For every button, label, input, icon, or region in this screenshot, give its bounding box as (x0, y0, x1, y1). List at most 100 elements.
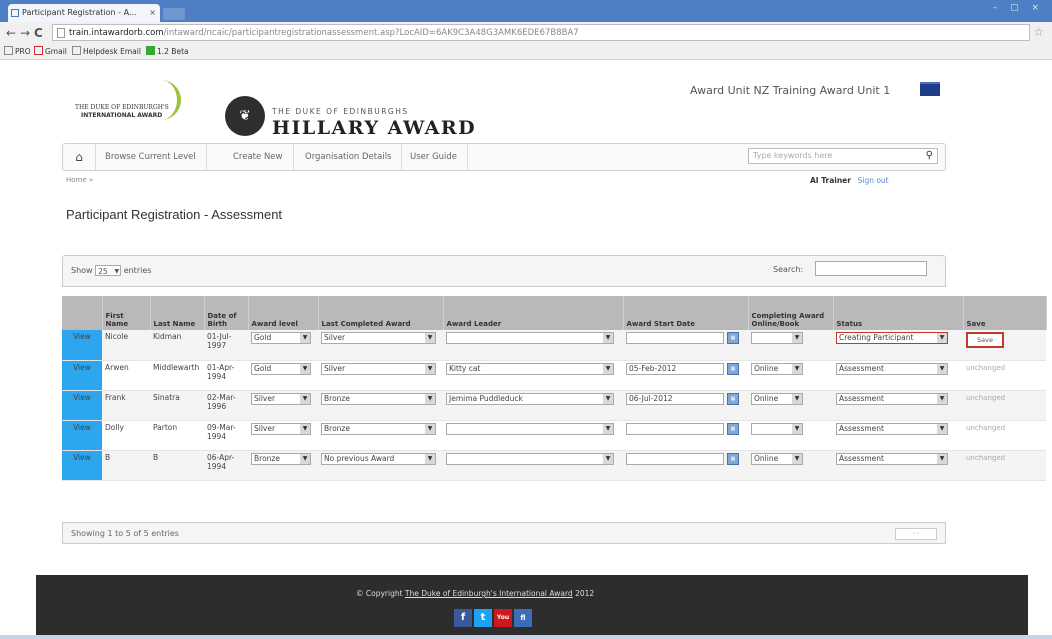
start-date-input[interactable] (626, 452, 724, 465)
entries-select[interactable]: 25 ▼ (95, 265, 122, 276)
dob-cell: 06-Apr-1994 (204, 450, 248, 481)
chevron-down-icon: ▼ (425, 423, 435, 434)
calendar-icon[interactable]: ▦ (727, 392, 739, 405)
last-award-select[interactable]: Silver ▼ (321, 362, 436, 375)
copyright-link[interactable]: The Duke of Edinburgh's International Aw… (405, 589, 573, 598)
calendar-icon[interactable]: ▦ (727, 332, 739, 344)
col-header-first-name[interactable]: First Name (102, 296, 151, 330)
nav-browse-current-level[interactable]: Browse Current Level (95, 144, 207, 170)
last-award-select[interactable]: Silver ▼ (321, 332, 436, 344)
col-header-start-date[interactable]: Award Start Date (623, 296, 749, 330)
facebook-icon[interactable]: f (454, 609, 472, 627)
first-name-cell: B (102, 450, 150, 481)
reload-icon[interactable]: C (34, 26, 43, 40)
new-tab-button[interactable] (163, 8, 185, 20)
award-leader-select[interactable]: ▼ (446, 422, 614, 435)
forward-icon[interactable]: → (20, 26, 30, 40)
nav-user-guide[interactable]: User Guide (400, 144, 469, 170)
start-date-input[interactable]: 06-Jul-2012 (626, 392, 724, 405)
save-status: unchanged (966, 363, 1006, 372)
chevron-down-icon: ▼ (300, 393, 310, 404)
online-book-select[interactable]: Online ▼ (751, 362, 803, 375)
award-level-select[interactable]: Bronze ▼ (251, 452, 311, 465)
international-award-logo[interactable]: THE DUKE OF EDINBURGH'S INTERNATIONAL AW… (75, 80, 195, 126)
sign-out-link[interactable]: Sign out (858, 176, 889, 185)
calendar-icon[interactable]: ▦ (727, 422, 739, 435)
page-favicon-icon (11, 9, 19, 17)
keyword-search-input[interactable]: Type keywords here ⚲ (748, 148, 938, 164)
last-award-select[interactable]: Bronze ▼ (321, 392, 436, 405)
start-date-input[interactable] (626, 332, 724, 344)
back-icon[interactable]: ← (6, 26, 16, 40)
address-bar[interactable]: train.intawardorb.com/intaward/ncaic/par… (52, 24, 1030, 41)
status-select[interactable]: Assessment ▼ (836, 362, 948, 375)
online-book-select[interactable]: Online ▼ (751, 452, 803, 465)
youtube-icon[interactable]: You (494, 609, 512, 627)
table-controls: Show 25 ▼ entries Search: (62, 255, 946, 287)
view-link[interactable]: View (62, 390, 102, 421)
chevron-down-icon: ▼ (603, 393, 613, 404)
col-header-last-name[interactable]: Last Name (150, 296, 205, 330)
search-icon[interactable]: ⚲ (926, 149, 933, 163)
bookmark-pro[interactable]: PRO (4, 46, 31, 56)
col-header-online-book[interactable]: Completing Award Online/Book (748, 296, 834, 330)
table-search-input[interactable] (815, 261, 927, 276)
award-level-select[interactable]: Gold ▼ (251, 332, 311, 344)
breadcrumb[interactable]: Home » (66, 176, 93, 184)
col-header-last-completed[interactable]: Last Completed Award (318, 296, 444, 330)
last-name-cell: B (150, 450, 204, 481)
bookmark-helpdesk[interactable]: Helpdesk Email (72, 46, 141, 56)
nav-organisation-details[interactable]: Organisation Details (295, 144, 403, 170)
calendar-icon[interactable]: ▦ (727, 362, 739, 375)
award-leader-select[interactable]: ▼ (446, 452, 614, 465)
award-leader-select[interactable]: ▼ (446, 332, 614, 344)
window-controls[interactable]: – ▢ × (993, 3, 1044, 13)
col-header-status[interactable]: Status (833, 296, 964, 330)
col-header-award-level[interactable]: Award level (248, 296, 319, 330)
col-header-award-leader[interactable]: Award Leader (443, 296, 624, 330)
online-book-select[interactable]: ▼ (751, 422, 803, 435)
search-placeholder: Type keywords here (753, 151, 833, 160)
home-icon[interactable]: ⌂ (63, 144, 96, 170)
calendar-icon[interactable]: ▦ (727, 452, 739, 465)
status-select[interactable]: Assessment ▼ (836, 422, 948, 435)
tab-title: Participant Registration - A... (22, 8, 137, 17)
nav-create-new[interactable]: Create New (223, 144, 294, 170)
bookmark-star-icon[interactable]: ☆ (1033, 25, 1044, 39)
start-date-input[interactable] (626, 422, 724, 435)
view-link[interactable]: View (62, 450, 102, 481)
flickr-icon[interactable]: fl (514, 609, 532, 627)
award-level-select[interactable]: Gold ▼ (251, 362, 311, 375)
status-select[interactable]: Assessment ▼ (836, 452, 948, 465)
view-link[interactable]: View (62, 330, 102, 361)
browser-tab[interactable]: Participant Registration - A... × (8, 4, 160, 22)
col-header-save[interactable]: Save (963, 296, 1047, 330)
pagination[interactable]: ‹ › (895, 528, 937, 540)
award-leader-select[interactable]: Kitty cat ▼ (446, 362, 614, 375)
award-level-select[interactable]: Silver ▼ (251, 392, 311, 405)
status-select[interactable]: Assessment ▼ (836, 392, 948, 405)
tab-close-icon[interactable]: × (149, 4, 156, 22)
col-header-dob[interactable]: Date of Birth (204, 296, 249, 330)
online-book-select[interactable]: Online ▼ (751, 392, 803, 405)
view-link[interactable]: View (62, 420, 102, 451)
bookmark-gmail[interactable]: Gmail (34, 46, 67, 56)
bookmark-icon (146, 46, 155, 55)
online-book-select[interactable]: ▼ (751, 332, 803, 344)
table-row: View Dolly Parton 09-Mar-1994 Silver ▼ Br… (62, 420, 1046, 451)
col-header-edit[interactable] (62, 296, 103, 330)
last-award-select[interactable]: No previous Award ▼ (321, 452, 436, 465)
bookmark-beta[interactable]: 1.2 Beta (146, 46, 189, 56)
status-select[interactable]: Creating Participant ▼ (836, 332, 948, 344)
save-button[interactable]: Save (966, 332, 1004, 348)
nz-flag-icon (920, 82, 940, 96)
view-link[interactable]: View (62, 360, 102, 391)
award-leader-select[interactable]: Jemima Puddleduck ▼ (446, 392, 614, 405)
table-footer: Showing 1 to 5 of 5 entries ‹ › (62, 522, 946, 544)
chevron-down-icon: ▼ (425, 333, 435, 343)
start-date-input[interactable]: 05-Feb-2012 (626, 362, 724, 375)
last-award-select[interactable]: Bronze ▼ (321, 422, 436, 435)
chevron-down-icon: ▼ (937, 453, 947, 464)
twitter-icon[interactable]: t (474, 609, 492, 627)
award-level-select[interactable]: Silver ▼ (251, 422, 311, 435)
